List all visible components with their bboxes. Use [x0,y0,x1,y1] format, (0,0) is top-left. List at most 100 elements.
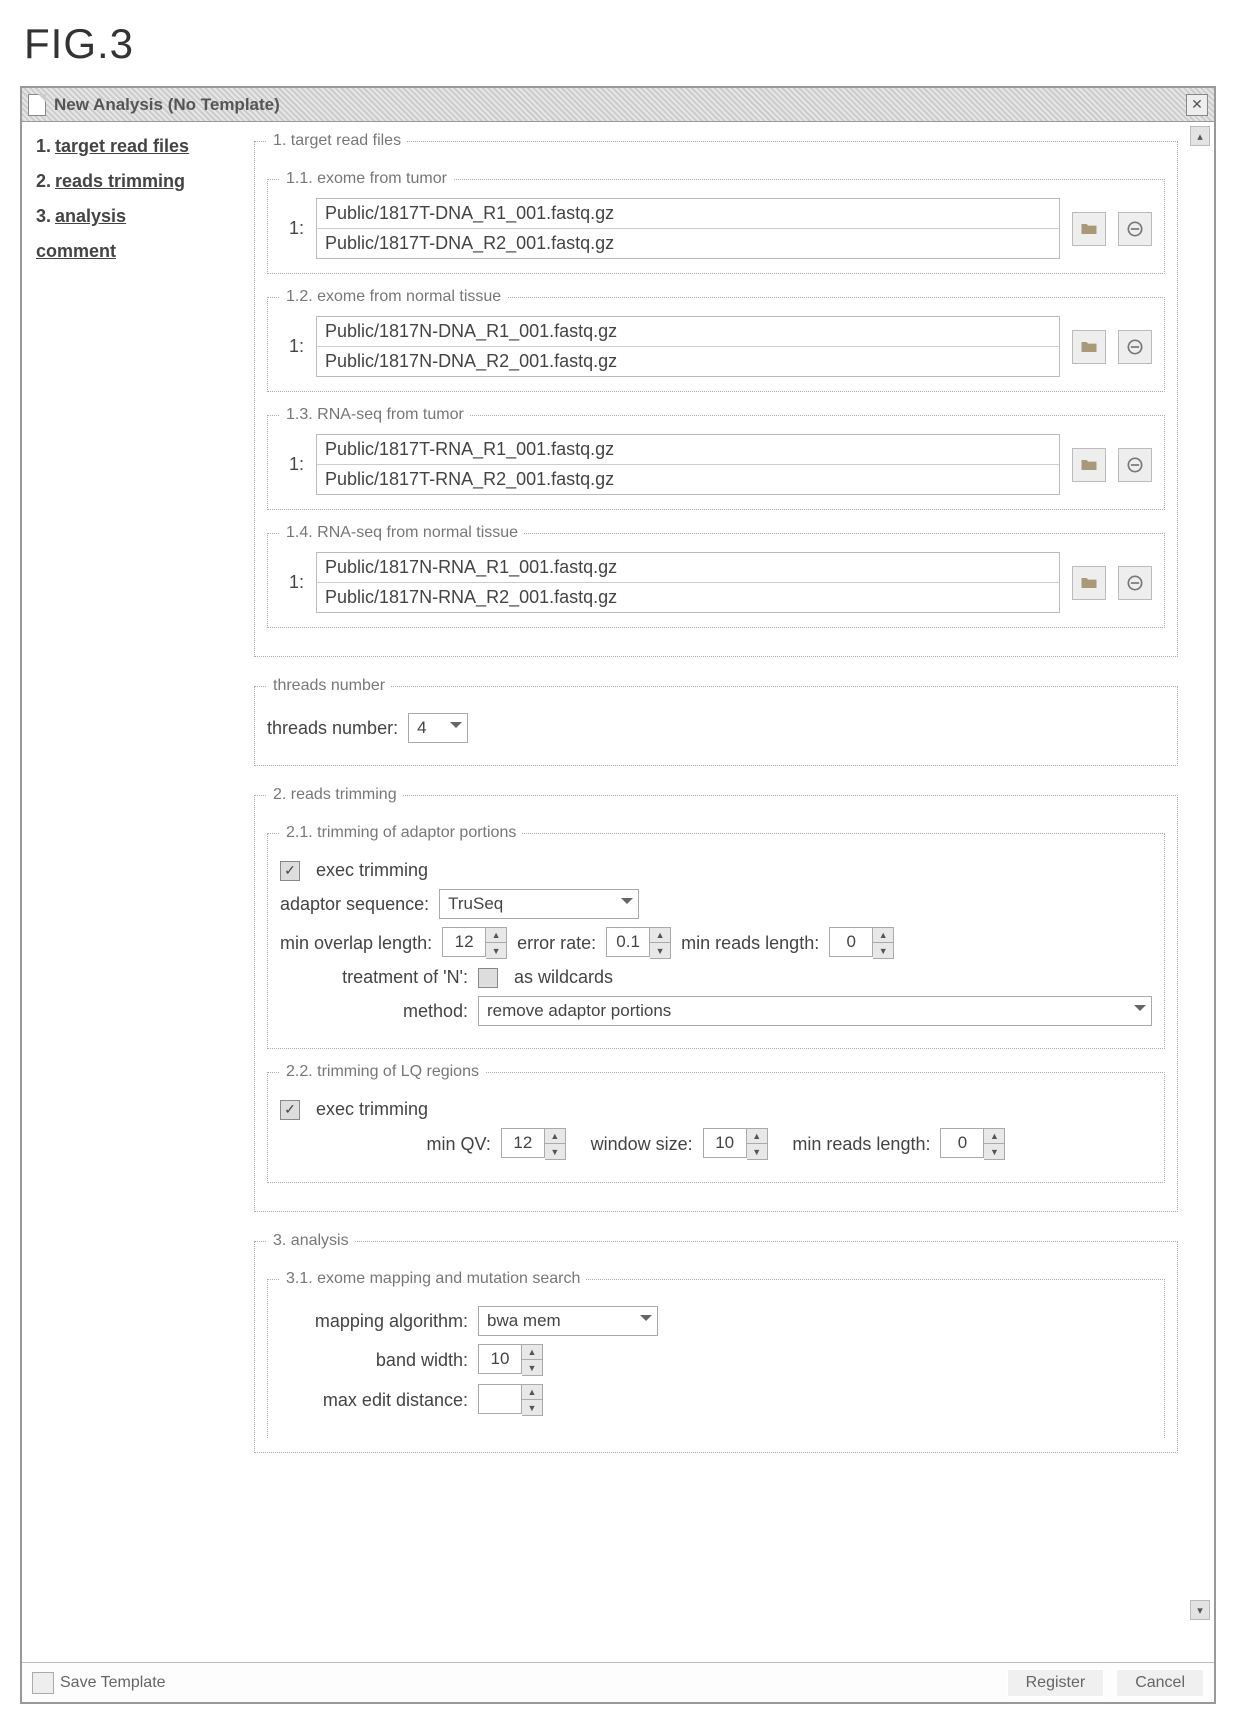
remove-button[interactable] [1118,212,1152,246]
spinner-up-icon: ▲ [522,1385,542,1400]
scroll-down-icon[interactable]: ▾ [1190,1600,1210,1620]
file-path[interactable]: Public/1817N-DNA_R1_001.fastq.gz [317,317,1059,347]
max-edit-distance-spinner[interactable]: ▲▼ [478,1384,543,1416]
scroll-up-icon[interactable]: ▴ [1190,126,1210,146]
min-overlap-spinner[interactable]: 12▲▼ [442,927,507,959]
remove-button[interactable] [1118,330,1152,364]
min-reads-length-spinner[interactable]: 0▲▼ [829,927,894,959]
spinner-up-icon: ▲ [650,928,670,943]
min-reads-length-lq-spinner[interactable]: 0▲▼ [940,1128,1005,1160]
threads-select[interactable]: 4 [408,713,468,743]
file-index: 1: [280,336,304,357]
spinner-up-icon: ▲ [984,1129,1004,1144]
method-select[interactable]: remove adaptor portions [478,996,1152,1026]
section-target-read-files: 1. target read files 1.1. exome from tum… [254,132,1178,657]
file-index: 1: [280,572,304,593]
nav-num-2: 2. [36,171,51,191]
nav-link-reads-trimming[interactable]: reads trimming [55,171,185,191]
group-lq-trimming: 2.2. trimming of LQ regions exec trimmin… [267,1063,1165,1183]
mapping-algorithm-label: mapping algorithm: [280,1311,468,1332]
min-qv-spinner[interactable]: 12▲▼ [501,1128,566,1160]
file-index: 1: [280,454,304,475]
vertical-scrollbar[interactable]: ▴ ▾ [1190,126,1210,1620]
browse-button[interactable] [1072,566,1106,600]
file-index: 1: [280,218,304,239]
spinner-down-icon: ▼ [873,943,893,958]
mapping-algorithm-select[interactable]: bwa mem [478,1306,658,1336]
main-panel: 1. target read files 1.1. exome from tum… [246,122,1214,1662]
group-adaptor-trimming: 2.1. trimming of adaptor portions exec t… [267,824,1165,1049]
group-3-1-legend: 3.1. exome mapping and mutation search [280,1270,586,1288]
section2-legend: 2. reads trimming [267,786,403,804]
remove-button[interactable] [1118,448,1152,482]
exec-trimming-lq-checkbox[interactable] [280,1100,300,1120]
titlebar: New Analysis (No Template) ✕ [22,88,1214,122]
group-2-1-legend: 2.1. trimming of adaptor portions [280,824,522,842]
register-button[interactable]: Register [1007,1669,1105,1697]
save-icon [32,1672,54,1694]
spinner-down-icon: ▼ [522,1400,542,1415]
dialog-window: New Analysis (No Template) ✕ 1.target re… [20,86,1216,1704]
threads-label: threads number: [267,718,398,739]
save-template-button[interactable]: Save Template [32,1672,166,1694]
spinner-down-icon: ▼ [545,1144,565,1159]
nav-num-1: 1. [36,136,51,156]
browse-button[interactable] [1072,448,1106,482]
spinner-down-icon: ▼ [522,1360,542,1375]
treatment-n-label: treatment of 'N': [280,967,468,988]
group-exome-mapping: 3.1. exome mapping and mutation search m… [267,1270,1165,1438]
window-size-label: window size: [591,1134,693,1155]
browse-button[interactable] [1072,330,1106,364]
group-exome-tumor: 1.1. exome from tumor 1: Public/1817T-DN… [267,170,1165,274]
browse-button[interactable] [1072,212,1106,246]
band-width-label: band width: [280,1350,468,1371]
nav-link-analysis[interactable]: analysis [55,206,126,226]
window-size-spinner[interactable]: 10▲▼ [703,1128,768,1160]
figure-label: FIG.3 [24,20,1220,68]
group-rna-normal: 1.4. RNA-seq from normal tissue 1: Publi… [267,524,1165,628]
exec-trimming-checkbox[interactable] [280,861,300,881]
file-path[interactable]: Public/1817N-DNA_R2_001.fastq.gz [317,347,1059,376]
spinner-up-icon: ▲ [522,1345,542,1360]
spinner-down-icon: ▼ [984,1144,1004,1159]
section1-legend: 1. target read files [267,132,407,150]
dialog-footer: Save Template Register Cancel [22,1662,1214,1702]
max-edit-distance-label: max edit distance: [280,1390,468,1411]
section-threads: threads number threads number: 4 [254,677,1178,766]
cancel-button[interactable]: Cancel [1116,1669,1204,1697]
spinner-up-icon: ▲ [873,928,893,943]
nav-link-target-read-files[interactable]: target read files [55,136,189,156]
adaptor-sequence-label: adaptor sequence: [280,894,429,915]
file-path[interactable]: Public/1817T-RNA_R1_001.fastq.gz [317,435,1059,465]
exec-trimming-lq-label: exec trimming [316,1099,428,1120]
file-path[interactable]: Public/1817N-RNA_R1_001.fastq.gz [317,553,1059,583]
file-path[interactable]: Public/1817N-RNA_R2_001.fastq.gz [317,583,1059,612]
group-1-1-legend: 1.1. exome from tumor [280,170,453,188]
min-qv-label: min QV: [427,1134,491,1155]
section-reads-trimming: 2. reads trimming 2.1. trimming of adapt… [254,786,1178,1212]
spinner-down-icon: ▼ [650,943,670,958]
file-path[interactable]: Public/1817T-DNA_R2_001.fastq.gz [317,229,1059,258]
section3-legend: 3. analysis [267,1232,355,1250]
adaptor-sequence-select[interactable]: TruSeq [439,889,639,919]
section-analysis: 3. analysis 3.1. exome mapping and mutat… [254,1232,1178,1453]
close-button[interactable]: ✕ [1186,94,1208,116]
spinner-down-icon: ▼ [747,1144,767,1159]
band-width-spinner[interactable]: 10▲▼ [478,1344,543,1376]
spinner-down-icon: ▼ [486,943,506,958]
group-1-2-legend: 1.2. exome from normal tissue [280,288,507,306]
sidebar-nav: 1.target read files 2.reads trimming 3.a… [22,122,246,1662]
group-2-2-legend: 2.2. trimming of LQ regions [280,1063,485,1081]
min-reads-length-label: min reads length: [681,933,819,954]
min-overlap-label: min overlap length: [280,933,432,954]
spinner-up-icon: ▲ [747,1129,767,1144]
threads-legend: threads number [267,677,391,695]
spinner-up-icon: ▲ [486,928,506,943]
spinner-up-icon: ▲ [545,1129,565,1144]
remove-button[interactable] [1118,566,1152,600]
error-rate-spinner[interactable]: 0.1▲▼ [606,927,671,959]
file-path[interactable]: Public/1817T-DNA_R1_001.fastq.gz [317,199,1059,229]
file-path[interactable]: Public/1817T-RNA_R2_001.fastq.gz [317,465,1059,494]
wildcards-checkbox[interactable] [478,968,498,988]
nav-link-comment[interactable]: comment [36,241,116,261]
